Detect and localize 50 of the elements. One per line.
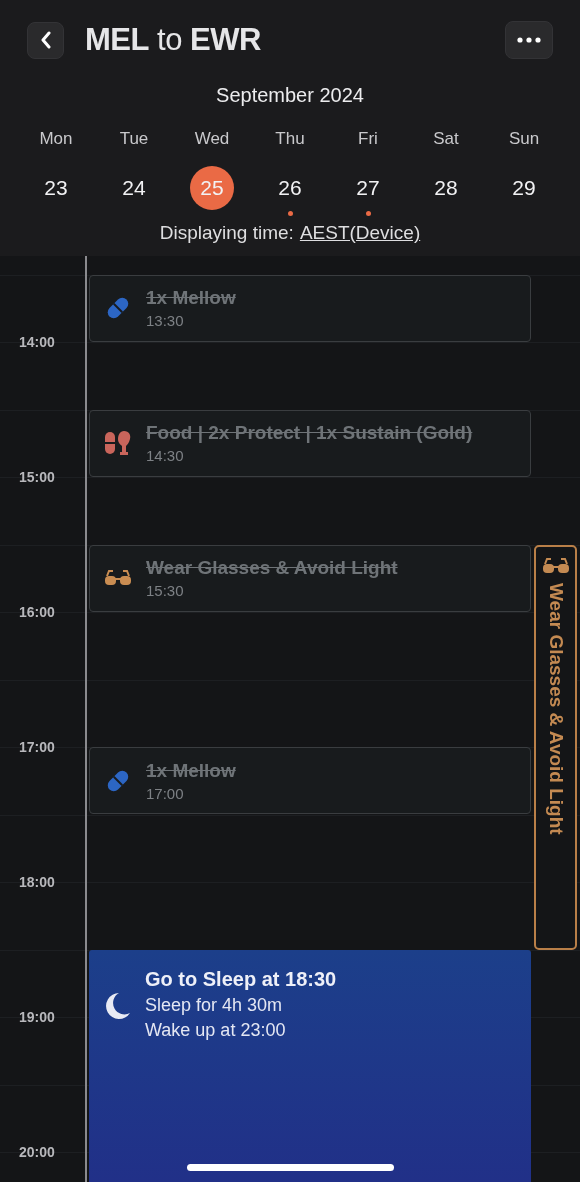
hour-label: 14:00 (19, 334, 55, 350)
event-card[interactable]: Wear Glasses & Avoid Light 15:30 (89, 544, 531, 612)
weekday-label: Sun (508, 129, 540, 149)
weekday-label: Wed (194, 129, 230, 149)
month-title: September 2024 (215, 84, 365, 107)
event-card[interactable]: 1x Mellow 17:00 (89, 747, 531, 814)
sleep-title: Go to Sleep at 18:30 (145, 967, 337, 991)
hour-label: 16:00 (19, 604, 55, 620)
timezone-link[interactable]: AEST(Device) (299, 222, 421, 244)
sleep-duration: Sleep for 4h 30m (145, 994, 284, 1016)
weekday-label: Tue (119, 129, 149, 149)
back-button[interactable] (27, 21, 64, 59)
event-title: 1x Mellow (146, 759, 236, 782)
event-title: 1x Mellow (146, 287, 236, 309)
hour-label: 17:00 (19, 739, 55, 755)
sleep-card[interactable]: Go to Sleep at 18:30 Sleep for 4h 30m Wake up at 23:00 (89, 949, 531, 1182)
route-title: MEL to EWR (85, 22, 261, 58)
date-button[interactable]: 27 (346, 166, 390, 210)
weekday-label: Thu (275, 129, 305, 149)
event-time: 15:30 (146, 582, 185, 599)
weekday-label: Mon (39, 129, 73, 149)
date-button[interactable]: 28 (424, 166, 468, 210)
hour-label: 20:00 (19, 1144, 55, 1160)
span-bar[interactable]: Wear Glasses & Avoid Light (534, 544, 577, 950)
weekday-label: Sat (433, 129, 459, 149)
event-time: 14:30 (146, 447, 185, 464)
more-button[interactable] (505, 21, 553, 59)
moon-icon (105, 991, 131, 1020)
capsule-and-drumstick-icon (104, 428, 132, 458)
more-icon (517, 37, 541, 43)
event-time: 17:00 (146, 784, 185, 802)
hour-label: 15:00 (19, 469, 55, 485)
date-button[interactable]: 23 (34, 166, 78, 210)
sunglasses-icon (541, 556, 570, 575)
hour-label: 18:00 (19, 874, 55, 890)
event-card[interactable]: Food | 2x Protect | 1x Sustain (Gold) 14:30 (89, 409, 531, 477)
event-title: Wear Glasses & Avoid Light (146, 557, 398, 579)
date-button[interactable]: 29 (502, 166, 546, 210)
event-card[interactable]: 1x Mellow 13:30 (89, 274, 531, 342)
timezone-label: Displaying time: (159, 222, 294, 244)
weekday-label: Fri (358, 129, 378, 149)
hour-label: 19:00 (19, 1009, 55, 1025)
wake-time: Wake up at 23:00 (145, 1019, 287, 1041)
sunglasses-icon (104, 569, 132, 587)
event-title: Food | 2x Protect | 1x Sustain (Gold) (146, 422, 473, 444)
date-button[interactable]: 26 (268, 166, 312, 210)
chevron-left-icon (39, 31, 52, 49)
event-time: 13:30 (146, 312, 185, 329)
span-label: Wear Glasses & Avoid Light (544, 582, 567, 835)
date-button[interactable]: 24 (112, 166, 156, 210)
